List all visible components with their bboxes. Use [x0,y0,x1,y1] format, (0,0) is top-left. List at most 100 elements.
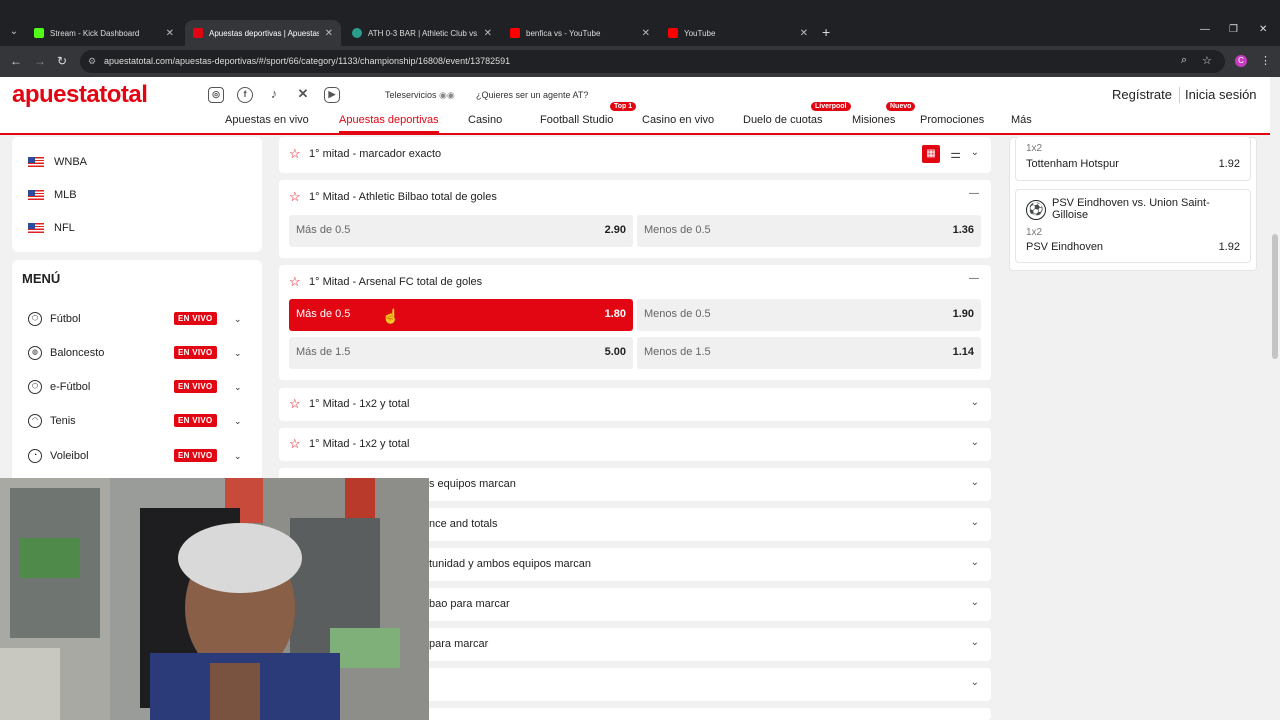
nav-mas[interactable]: Más [1011,114,1032,126]
favorite-star-icon[interactable]: ☆ [289,189,301,205]
nav-misiones[interactable]: Misiones [852,114,895,126]
odd-button[interactable]: Menos de 0.5 1.90 [637,299,981,331]
bet-item[interactable]: ⚽ PSV Eindhoven vs. Union Saint-Gilloise… [1015,189,1251,263]
scrollbar-thumb[interactable] [1272,234,1278,359]
chevron-down-icon[interactable]: ⌄ [234,314,242,325]
nav-casino-en-vivo[interactable]: Casino en vivo [642,114,714,126]
tiktok-icon[interactable]: ♪ [266,87,282,103]
market-title: 1° Mitad - 1x2 y total [309,398,410,410]
new-tab-icon[interactable]: + [822,24,830,40]
back-icon[interactable]: ← [10,54,22,68]
zoom-icon[interactable]: ⌕ [1181,54,1187,67]
site-info-icon[interactable]: ⚙ [88,50,96,73]
market-1x2-total[interactable]: ☆ 1° Mitad - 1x2 y total ⌄ [279,388,991,421]
minimize-icon[interactable]: — [1200,24,1210,35]
nav-apuestas-deportivas[interactable]: Apuestas deportivas [339,114,439,133]
collapse-icon[interactable]: — [969,273,979,284]
favorite-star-icon[interactable]: ☆ [289,274,301,290]
chevron-down-icon[interactable]: ⌄ [971,677,979,688]
browser-menu-icon[interactable]: ⋮ [1260,54,1271,67]
collapse-icon[interactable]: — [969,188,979,199]
nav-casino[interactable]: Casino [468,114,502,126]
market-marcador-exacto[interactable]: ☆ 1° mitad - marcador exacto ▦ ⚌ ⌄ [279,137,991,173]
nav-duelo-de-cuotas[interactable]: Duelo de cuotas [743,114,823,126]
tab-close-icon[interactable]: ✕ [484,28,492,39]
teleservicios-link[interactable]: Teleservicios ◉◉ [385,90,455,101]
close-window-icon[interactable]: ✕ [1259,24,1267,35]
chevron-down-icon[interactable]: ⌄ [971,437,979,448]
chevron-down-icon[interactable]: ⌄ [971,597,979,608]
league-item-mlb[interactable]: MLB [28,189,77,201]
chevron-down-icon[interactable]: ⌄ [234,348,242,359]
nav-apuestas-en-vivo[interactable]: Apuestas en vivo [225,114,309,126]
league-label: NFL [54,222,75,234]
live-badge: EN VIVO [174,346,217,359]
odd-button[interactable]: Menos de 1.5 1.14 [637,337,981,369]
tab-title: benfica vs - YouTube [526,28,601,38]
tab-search-icon[interactable]: ⌄ [6,24,22,40]
live-badge: EN VIVO [174,449,217,462]
facebook-icon[interactable]: f [237,87,253,103]
browser-tab-youtube[interactable]: YouTube ✕ [660,20,816,46]
sliders-icon[interactable]: ⚌ [950,147,961,161]
agent-link[interactable]: ¿Quieres ser un agente AT? [476,90,588,100]
live-badge: EN VIVO [174,414,217,427]
chevron-down-icon[interactable]: ⌄ [971,477,979,488]
market-1x2-total[interactable]: ☆ 1° Mitad - 1x2 y total ⌄ [279,428,991,461]
odd-button[interactable]: Menos de 0.5 1.36 [637,215,981,247]
league-item-wnba[interactable]: WNBA [28,156,87,168]
chevron-down-icon[interactable]: ⌄ [234,451,242,462]
odd-button-selected[interactable]: Más de 0.5 1.80 [289,299,633,331]
sport-item-baloncesto[interactable]: ◍ Baloncesto [28,346,104,360]
nav-football-studio[interactable]: Football Studio [540,114,613,126]
reload-icon[interactable]: ↻ [57,54,67,68]
odd-button[interactable]: Más de 0.5 2.90 [289,215,633,247]
x-icon[interactable]: ✕ [295,87,311,103]
favorite-star-icon[interactable]: ☆ [289,146,301,162]
favorite-star-icon[interactable]: ☆ [289,436,301,452]
page-scrollbar[interactable] [1270,77,1280,720]
bookmark-star-icon[interactable]: ☆ [1202,54,1212,67]
tab-close-icon[interactable]: ✕ [166,28,174,39]
odd-button[interactable]: Más de 1.5 5.00 [289,337,633,369]
browser-tab-youtube-benfica[interactable]: benfica vs - YouTube ✕ [502,20,658,46]
site-logo[interactable]: apuestatotal [12,81,148,109]
webcam-overlay [0,478,429,720]
sport-item-voleibol[interactable]: ◔ Voleibol [28,449,89,463]
login-link[interactable]: Inicia sesión [1185,87,1257,102]
chevron-down-icon[interactable]: ⌄ [971,557,979,568]
youtube-icon[interactable]: ▶ [324,87,340,103]
odd-value: 1.14 [952,346,974,358]
sport-item-tenis[interactable]: ◠ Tenis [28,414,76,428]
sport-item-efutbol[interactable]: ⬡ e-Fútbol [28,380,90,394]
tab-close-icon[interactable]: ✕ [325,28,333,39]
instagram-icon[interactable]: ◎ [208,87,224,103]
tab-close-icon[interactable]: ✕ [642,28,650,39]
tab-title: YouTube [684,28,716,38]
chevron-down-icon[interactable]: ⌄ [971,147,979,158]
chevron-down-icon[interactable]: ⌄ [234,416,242,427]
chevron-down-icon[interactable]: ⌄ [971,637,979,648]
tennis-ball-icon: ◠ [28,414,42,428]
favorite-star-icon[interactable]: ☆ [289,396,301,412]
register-link[interactable]: Regístrate [1112,87,1172,102]
whatsapp-icon: ◉ [439,90,447,100]
grid-view-icon[interactable]: ▦ [922,145,940,163]
restore-icon[interactable]: ❐ [1229,24,1238,35]
browser-tab-kick[interactable]: Stream - Kick Dashboard ✕ [26,20,182,46]
url-field[interactable]: ⚙ apuestatotal.com/apuestas-deportivas/#… [80,50,1225,73]
chevron-down-icon[interactable]: ⌄ [971,517,979,528]
chevron-down-icon[interactable]: ⌄ [234,382,242,393]
sport-item-futbol[interactable]: ⬡ Fútbol [28,312,81,326]
bet-item[interactable]: 1x2 Tottenham Hotspur 1.92 [1015,137,1251,181]
esoccer-icon: ⬡ [28,380,42,394]
forward-icon[interactable]: → [34,54,46,68]
nav-promociones[interactable]: Promociones [920,114,984,126]
browser-tab-apuestas[interactable]: Apuestas deportivas | Apuestas ✕ [185,20,341,46]
market-title: s equipos marcan [429,478,516,490]
browser-tab-match[interactable]: ATH 0-3 BAR | Athletic Club vs. B ✕ [344,20,500,46]
profile-avatar[interactable]: C [1235,55,1247,67]
chevron-down-icon[interactable]: ⌄ [971,397,979,408]
tab-close-icon[interactable]: ✕ [800,28,808,39]
league-item-nfl[interactable]: NFL [28,222,75,234]
